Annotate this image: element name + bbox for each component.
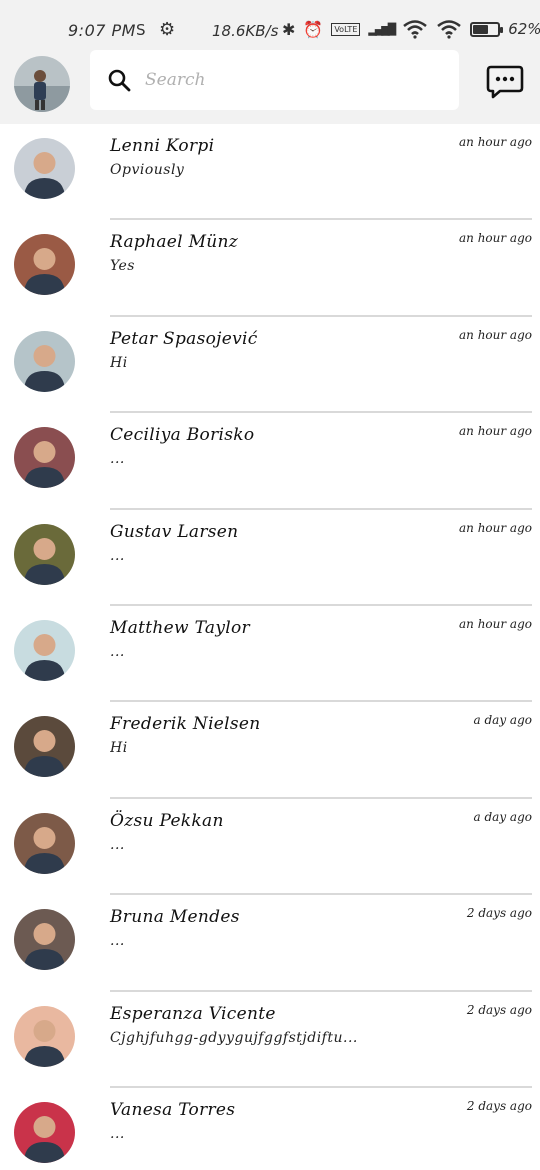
- contact-name: Özsu Pekkan: [110, 810, 224, 831]
- message-preview: Hi: [110, 354, 128, 371]
- conversation-item[interactable]: Petar Spasojević Hi an hour ago: [0, 317, 540, 414]
- contact-name: Gustav Larsen: [110, 521, 239, 542]
- contact-name: Ceciliya Borisko: [110, 425, 255, 446]
- message-preview: ...: [110, 643, 125, 660]
- battery-percent: 62%: [508, 20, 540, 38]
- message-time: an hour ago: [459, 616, 532, 631]
- contact-name: Bruna Mendes: [110, 907, 240, 928]
- status-time: 9:07 PM: [68, 21, 136, 40]
- contact-avatar[interactable]: [14, 427, 75, 489]
- message-preview: ...: [110, 933, 125, 950]
- contact-avatar[interactable]: [14, 909, 75, 971]
- contact-name: Vanesa Torres: [110, 1099, 236, 1120]
- contact-avatar[interactable]: [14, 716, 75, 778]
- contact-name: Esperanza Vicente: [110, 1003, 276, 1024]
- top-bar: [0, 44, 540, 124]
- gear-icon: ⚙: [159, 19, 176, 40]
- message-time: a day ago: [473, 809, 532, 824]
- conversation-item[interactable]: Esperanza Vicente Cjghjfuhgg-gdyygujfggfs…: [0, 992, 540, 1088]
- message-preview: ...: [110, 836, 125, 853]
- message-time: 2 days ago: [466, 1002, 532, 1017]
- status-bar: 9:07 PM S ⚙ 18.6KB/s ✱ ⏰ VoLTE ▂▄▆█ 62%: [0, 0, 540, 44]
- conversation-item[interactable]: Matthew Taylor... an hour ago: [0, 606, 540, 703]
- conversation-item[interactable]: Özsu Pekkan... a day ago: [0, 799, 540, 896]
- new-chat-icon[interactable]: [486, 64, 524, 100]
- message-preview: Cjghjfuhgg-gdyygujfggfstjdiftu...: [110, 1029, 358, 1046]
- conversation-list: Lenni Korpi Opviously an hour ago Raphael M…: [0, 124, 540, 1170]
- network-speed: 18.6KB/s: [212, 22, 279, 40]
- conversation-item[interactable]: Lenni Korpi Opviously an hour ago: [0, 124, 540, 221]
- message-time: a day ago: [473, 713, 532, 728]
- message-time: an hour ago: [459, 520, 532, 535]
- message-preview: ...: [110, 547, 125, 564]
- conversation-item[interactable]: Frederik Nielsen Hi a day ago: [0, 702, 540, 799]
- message-preview: ...: [110, 1125, 125, 1142]
- conversation-item[interactable]: Raphael Münz Yes an hour ago: [0, 220, 540, 317]
- battery-icon: [470, 21, 504, 37]
- contact-avatar[interactable]: [14, 138, 75, 199]
- status-icons: ✱ ⏰ VoLTE ▂▄▆█ 62%: [282, 19, 540, 39]
- bluetooth-icon: ✱: [282, 19, 296, 39]
- contact-avatar[interactable]: [14, 812, 75, 874]
- message-preview: Opviously: [110, 162, 185, 178]
- conversation-item[interactable]: Gustav Larsen... an hour ago: [0, 510, 540, 606]
- message-preview: Hi: [110, 740, 128, 757]
- conversation-item[interactable]: Vanesa Torres... 2 days ago: [0, 1088, 540, 1170]
- contact-avatar[interactable]: [14, 523, 75, 585]
- contact-name: Lenni Korpi: [110, 136, 215, 156]
- search-icon[interactable]: [107, 68, 131, 92]
- message-time: 2 days ago: [466, 1098, 532, 1113]
- contact-name: Petar Spasojević: [110, 328, 258, 349]
- contact-avatar[interactable]: [14, 330, 75, 392]
- wifi-icon: [437, 20, 462, 39]
- message-time: 2 days ago: [466, 906, 532, 921]
- message-preview: ...: [110, 451, 125, 468]
- search-bar[interactable]: [90, 50, 459, 110]
- message-time: an hour ago: [459, 135, 532, 149]
- signal-icon: ▂▄▆█: [368, 22, 396, 36]
- contact-avatar[interactable]: [14, 1005, 75, 1067]
- message-time: an hour ago: [459, 231, 532, 246]
- sim-icon: S: [136, 21, 146, 39]
- volte-icon: VoLTE: [331, 22, 361, 36]
- message-preview: Yes: [110, 258, 135, 275]
- conversation-item[interactable]: Bruna Mendes... 2 days ago: [0, 895, 540, 992]
- contact-avatar[interactable]: [14, 234, 75, 296]
- wifi-icon: [403, 20, 428, 39]
- message-time: an hour ago: [459, 327, 532, 342]
- contact-name: Raphael Münz: [110, 232, 239, 253]
- contact-avatar[interactable]: [14, 1101, 75, 1163]
- conversation-item[interactable]: Ceciliya Borisko... an hour ago: [0, 413, 540, 510]
- contact-name: Frederik Nielsen: [110, 714, 261, 735]
- message-time: an hour ago: [459, 424, 532, 439]
- contact-name: Matthew Taylor: [110, 617, 250, 638]
- contact-avatar[interactable]: [14, 619, 75, 681]
- profile-avatar[interactable]: [14, 56, 70, 112]
- alarm-icon: ⏰: [303, 19, 324, 39]
- search-input[interactable]: [145, 70, 435, 90]
